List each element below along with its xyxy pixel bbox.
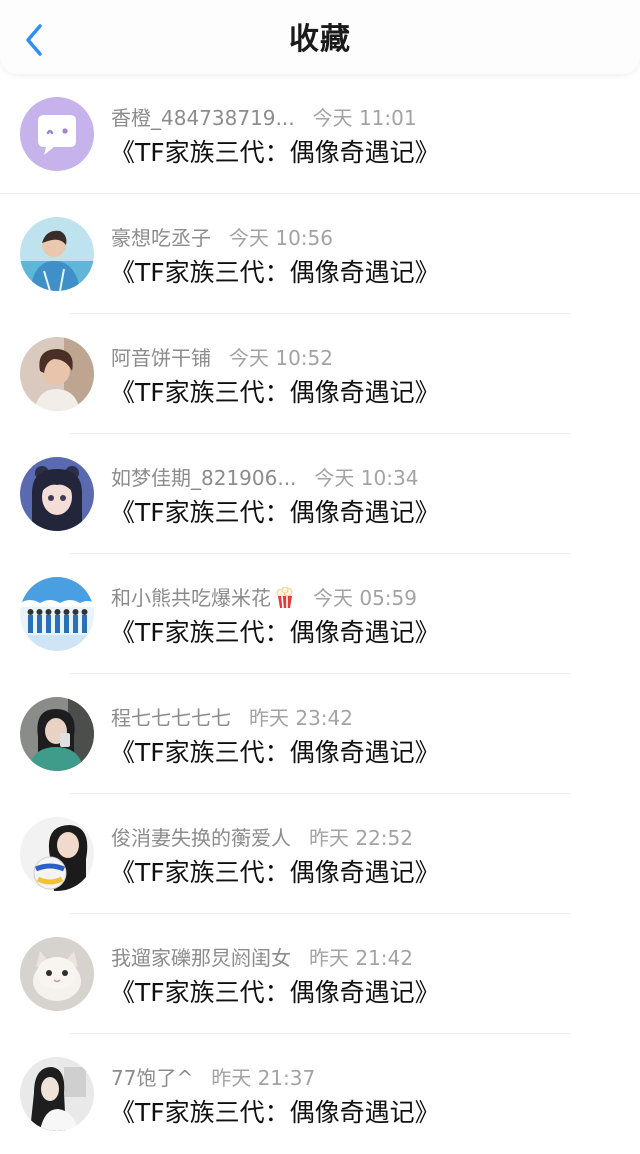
item-title[interactable]: 《TF家族三代：偶像奇遇记》 <box>110 136 440 170</box>
timestamp: 昨天 22:52 <box>309 826 413 850</box>
timestamp: 昨天 23:42 <box>249 706 353 730</box>
item-meta: 程七七七七七 昨天 23:42 <box>111 704 353 732</box>
avatar[interactable] <box>20 1057 94 1131</box>
user-name[interactable]: 和小熊共吃爆米花 <box>111 586 295 610</box>
timestamp: 今天 10:56 <box>229 226 333 250</box>
list-item[interactable]: 我遛家礫那炅阏闺女 昨天 21:42 《TF家族三代：偶像奇遇记》 <box>0 914 640 1034</box>
avatar[interactable] <box>20 337 94 411</box>
page-title: 收藏 <box>289 22 351 57</box>
item-title[interactable]: 《TF家族三代：偶像奇遇记》 <box>110 856 440 890</box>
avatar-photo <box>20 817 94 891</box>
avatar-photo <box>20 1057 94 1131</box>
timestamp: 今天 10:52 <box>229 346 333 370</box>
favorites-list: 香橙_484738719... 今天 11:01 《TF家族三代：偶像奇遇记》 豪… <box>0 74 640 1154</box>
user-name[interactable]: 77饱了^ <box>111 1066 193 1090</box>
avatar[interactable] <box>20 97 94 171</box>
list-item[interactable]: 豪想吃丞子 今天 10:56 《TF家族三代：偶像奇遇记》 <box>0 194 640 314</box>
avatar[interactable] <box>20 697 94 771</box>
item-meta: 如梦佳期_821906... 今天 10:34 <box>111 464 418 492</box>
user-name[interactable]: 程七七七七七 <box>111 706 231 730</box>
item-title[interactable]: 《TF家族三代：偶像奇遇记》 <box>110 496 440 530</box>
item-meta: 俊消妻失换的蘅爱人 昨天 22:52 <box>111 824 413 852</box>
list-item[interactable]: 和小熊共吃爆米花 今天 05:59 《TF家族三代：偶像奇遇记》 <box>0 554 640 674</box>
avatar-photo <box>20 697 94 771</box>
popcorn-icon <box>276 587 293 609</box>
header-bar: 收藏 <box>0 0 640 74</box>
avatar-photo <box>20 217 94 291</box>
list-item[interactable]: 程七七七七七 昨天 23:42 《TF家族三代：偶像奇遇记》 <box>0 674 640 794</box>
item-title[interactable]: 《TF家族三代：偶像奇遇记》 <box>110 376 440 410</box>
user-name[interactable]: 俊消妻失换的蘅爱人 <box>111 826 291 850</box>
avatar[interactable] <box>20 457 94 531</box>
item-title[interactable]: 《TF家族三代：偶像奇遇记》 <box>110 1096 440 1130</box>
timestamp: 今天 10:34 <box>314 466 419 490</box>
avatar[interactable] <box>20 937 94 1011</box>
avatar-photo <box>20 937 94 1011</box>
item-meta: 和小熊共吃爆米花 今天 05:59 <box>111 584 417 612</box>
item-title[interactable]: 《TF家族三代：偶像奇遇记》 <box>110 256 440 290</box>
user-name[interactable]: 豪想吃丞子 <box>111 226 211 250</box>
item-meta: 77饱了^ 昨天 21:37 <box>111 1064 315 1092</box>
timestamp: 昨天 21:37 <box>211 1066 316 1090</box>
avatar[interactable] <box>20 577 94 651</box>
timestamp: 昨天 21:42 <box>309 946 413 970</box>
user-name[interactable]: 阿音饼干铺 <box>111 346 211 370</box>
item-meta: 香橙_484738719... 今天 11:01 <box>111 104 417 132</box>
list-item[interactable]: 香橙_484738719... 今天 11:01 《TF家族三代：偶像奇遇记》 <box>0 74 640 194</box>
item-meta: 我遛家礫那炅阏闺女 昨天 21:42 <box>111 944 413 972</box>
timestamp: 今天 11:01 <box>312 106 417 130</box>
avatar[interactable] <box>20 217 94 291</box>
user-name[interactable]: 香橙_484738719... <box>111 106 295 130</box>
chat-bubble-avatar-icon <box>20 97 94 171</box>
list-item[interactable]: 如梦佳期_821906... 今天 10:34 《TF家族三代：偶像奇遇记》 <box>0 434 640 554</box>
user-name-text: 和小熊共吃爆米花 <box>111 586 271 610</box>
item-meta: 豪想吃丞子 今天 10:56 <box>111 224 333 252</box>
avatar-photo <box>20 577 94 651</box>
user-name[interactable]: 如梦佳期_821906... <box>111 466 296 490</box>
list-item[interactable]: 77饱了^ 昨天 21:37 《TF家族三代：偶像奇遇记》 <box>0 1034 640 1154</box>
avatar[interactable] <box>20 817 94 891</box>
avatar-photo <box>20 337 94 411</box>
timestamp: 今天 05:59 <box>313 586 417 610</box>
item-title[interactable]: 《TF家族三代：偶像奇遇记》 <box>110 976 440 1010</box>
avatar-photo <box>20 457 94 531</box>
list-item[interactable]: 阿音饼干铺 今天 10:52 《TF家族三代：偶像奇遇记》 <box>0 314 640 434</box>
list-item[interactable]: 俊消妻失换的蘅爱人 昨天 22:52 《TF家族三代：偶像奇遇记》 <box>0 794 640 914</box>
item-title[interactable]: 《TF家族三代：偶像奇遇记》 <box>110 616 440 650</box>
user-name[interactable]: 我遛家礫那炅阏闺女 <box>111 946 291 970</box>
item-meta: 阿音饼干铺 今天 10:52 <box>111 344 333 372</box>
item-title[interactable]: 《TF家族三代：偶像奇遇记》 <box>110 736 440 770</box>
